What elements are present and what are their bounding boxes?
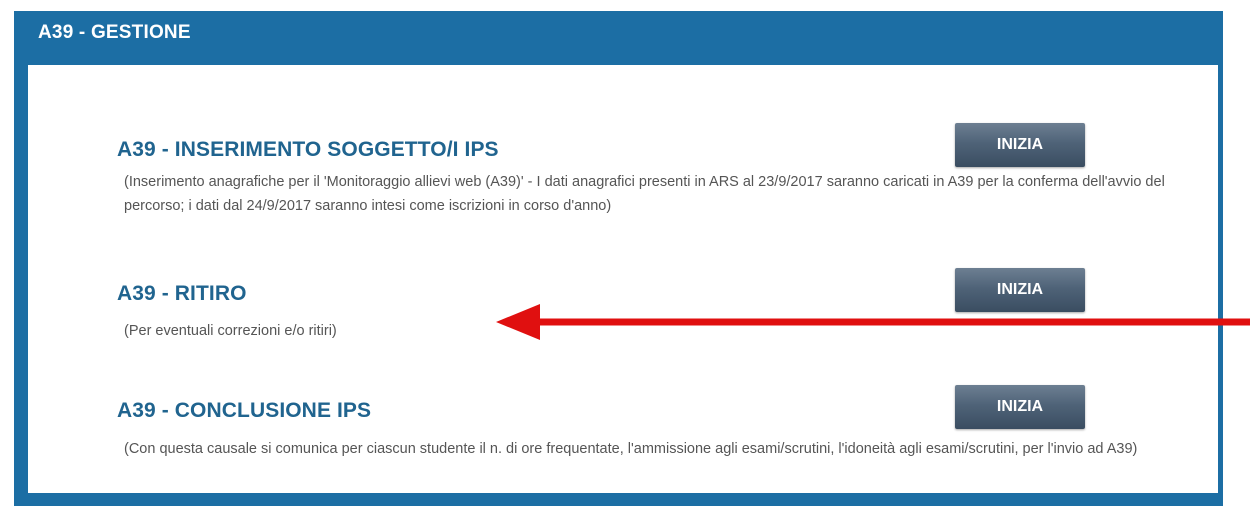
panel-body: A39 - INSERIMENTO SOGGETTO/I IPS INIZIA … [28, 65, 1218, 493]
item-title-conclusione: A39 - CONCLUSIONE IPS [117, 399, 372, 422]
item-title-ritiro: A39 - RITIRO [117, 282, 247, 305]
inizia-button-conclusione[interactable]: INIZIA [955, 385, 1085, 429]
arrow-head [496, 304, 540, 340]
item-description-inserimento: (Inserimento anagrafiche per il 'Monitor… [124, 174, 1165, 214]
item-description-conclusione: (Con questa causale si comunica per cias… [124, 441, 1138, 457]
arrow-left-icon [496, 304, 1250, 340]
inizia-button-inserimento[interactable]: INIZIA [955, 123, 1085, 167]
item-title-inserimento: A39 - INSERIMENTO SOGGETTO/I IPS [117, 138, 499, 161]
panel-title: A39 - GESTIONE [38, 22, 191, 43]
gestione-panel: A39 - GESTIONE A39 - INSERIMENTO SOGGETT… [14, 11, 1223, 506]
